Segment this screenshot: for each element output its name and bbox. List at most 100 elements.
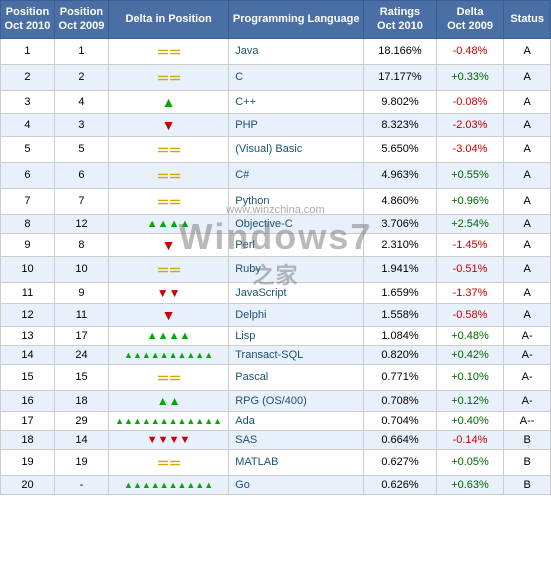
header-pos2009: PositionOct 2009	[54, 1, 108, 39]
table-row: 13 17 ▲▲▲▲ Lisp 1.084% +0.48% A-	[1, 326, 551, 345]
cell-pos2009: 15	[54, 364, 108, 390]
cell-pos2009: 2	[54, 64, 108, 90]
cell-pos2009: 14	[54, 430, 108, 449]
cell-rating: 1.941%	[364, 256, 437, 282]
table-row: 6 6 ＝＝ C# 4.963% +0.55% A	[1, 162, 551, 188]
cell-pos2010: 8	[1, 214, 55, 233]
cell-delta-rating: +0.12%	[436, 390, 503, 411]
cell-rating: 0.627%	[364, 449, 437, 475]
cell-rating: 8.323%	[364, 113, 437, 136]
cell-status: A	[504, 38, 551, 64]
header-pos2010: PositionOct 2010	[1, 1, 55, 39]
cell-delta-rating: +0.96%	[436, 188, 503, 214]
cell-pos2010: 16	[1, 390, 55, 411]
cell-delta: ＝＝	[108, 162, 228, 188]
cell-delta: ▲▲▲▲▲▲▲▲▲▲	[108, 475, 228, 494]
cell-delta: ＝＝	[108, 136, 228, 162]
cell-language: Transact-SQL	[229, 345, 364, 364]
cell-pos2009: 8	[54, 233, 108, 256]
cell-pos2010: 11	[1, 282, 55, 303]
cell-delta-rating: -1.45%	[436, 233, 503, 256]
cell-delta: ＝＝	[108, 64, 228, 90]
cell-delta: ▼▼	[108, 282, 228, 303]
table-row: 1 1 ＝＝ Java 18.166% -0.48% A	[1, 38, 551, 64]
cell-pos2009: 6	[54, 162, 108, 188]
cell-pos2009: 9	[54, 282, 108, 303]
cell-delta: ▲▲▲▲▲▲▲▲▲▲	[108, 345, 228, 364]
table-row: 11 9 ▼▼ JavaScript 1.659% -1.37% A	[1, 282, 551, 303]
cell-language: C	[229, 64, 364, 90]
main-table-wrapper: www.winzchina.com Windows7 之家 PositionOc…	[0, 0, 551, 495]
cell-pos2009: 18	[54, 390, 108, 411]
cell-status: A	[504, 113, 551, 136]
cell-delta-rating: +0.42%	[436, 345, 503, 364]
cell-pos2010: 20	[1, 475, 55, 494]
cell-rating: 1.659%	[364, 282, 437, 303]
table-row: 4 3 ▼ PHP 8.323% -2.03% A	[1, 113, 551, 136]
table-row: 15 15 ＝＝ Pascal 0.771% +0.10% A-	[1, 364, 551, 390]
cell-pos2010: 13	[1, 326, 55, 345]
cell-rating: 18.166%	[364, 38, 437, 64]
cell-pos2010: 5	[1, 136, 55, 162]
cell-status: A	[504, 136, 551, 162]
cell-delta: ▼▼▼▼	[108, 430, 228, 449]
cell-delta: ▲▲▲▲▲▲▲▲▲▲▲▲	[108, 411, 228, 430]
cell-language: Pascal	[229, 364, 364, 390]
cell-pos2010: 10	[1, 256, 55, 282]
cell-status: A-	[504, 326, 551, 345]
cell-status: B	[504, 430, 551, 449]
cell-language: Delphi	[229, 303, 364, 326]
cell-delta: ▲▲	[108, 390, 228, 411]
cell-pos2009: 7	[54, 188, 108, 214]
cell-delta: ▼	[108, 113, 228, 136]
cell-pos2009: 11	[54, 303, 108, 326]
cell-status: A	[504, 162, 551, 188]
cell-pos2009: 1	[54, 38, 108, 64]
cell-language: Go	[229, 475, 364, 494]
cell-status: A	[504, 64, 551, 90]
cell-pos2009: 24	[54, 345, 108, 364]
cell-delta-rating: +2.54%	[436, 214, 503, 233]
cell-delta: ▲▲▲▲	[108, 214, 228, 233]
cell-pos2010: 14	[1, 345, 55, 364]
cell-delta: ＝＝	[108, 38, 228, 64]
cell-delta: ＝＝	[108, 256, 228, 282]
programming-language-table: PositionOct 2010 PositionOct 2009 Delta …	[0, 0, 551, 495]
cell-pos2009: 4	[54, 90, 108, 113]
cell-rating: 0.626%	[364, 475, 437, 494]
cell-language: Ruby	[229, 256, 364, 282]
table-row: 12 11 ▼ Delphi 1.558% -0.58% A	[1, 303, 551, 326]
header-lang: Programming Language	[229, 1, 364, 39]
cell-delta-rating: +0.48%	[436, 326, 503, 345]
table-row: 2 2 ＝＝ C 17.177% +0.33% A	[1, 64, 551, 90]
table-row: 8 12 ▲▲▲▲ Objective-C 3.706% +2.54% A	[1, 214, 551, 233]
cell-status: A	[504, 233, 551, 256]
cell-rating: 0.704%	[364, 411, 437, 430]
cell-delta: ＝＝	[108, 364, 228, 390]
cell-language: JavaScript	[229, 282, 364, 303]
cell-status: B	[504, 449, 551, 475]
cell-rating: 4.860%	[364, 188, 437, 214]
cell-delta-rating: -0.08%	[436, 90, 503, 113]
table-row: 14 24 ▲▲▲▲▲▲▲▲▲▲ Transact-SQL 0.820% +0.…	[1, 345, 551, 364]
cell-status: A-	[504, 345, 551, 364]
cell-delta: ▲	[108, 90, 228, 113]
cell-status: B	[504, 475, 551, 494]
cell-pos2010: 15	[1, 364, 55, 390]
cell-status: A--	[504, 411, 551, 430]
cell-status: A	[504, 282, 551, 303]
cell-status: A-	[504, 364, 551, 390]
cell-rating: 3.706%	[364, 214, 437, 233]
cell-pos2010: 18	[1, 430, 55, 449]
cell-delta-rating: -2.03%	[436, 113, 503, 136]
cell-status: A	[504, 214, 551, 233]
cell-language: Perl	[229, 233, 364, 256]
cell-delta-rating: -3.04%	[436, 136, 503, 162]
table-row: 19 19 ＝＝ MATLAB 0.627% +0.05% B	[1, 449, 551, 475]
table-row: 9 8 ▼ Perl 2.310% -1.45% A	[1, 233, 551, 256]
header-delta-pos: Delta in Position	[108, 1, 228, 39]
cell-delta-rating: +0.33%	[436, 64, 503, 90]
cell-rating: 5.650%	[364, 136, 437, 162]
cell-pos2009: -	[54, 475, 108, 494]
table-row: 16 18 ▲▲ RPG (OS/400) 0.708% +0.12% A-	[1, 390, 551, 411]
